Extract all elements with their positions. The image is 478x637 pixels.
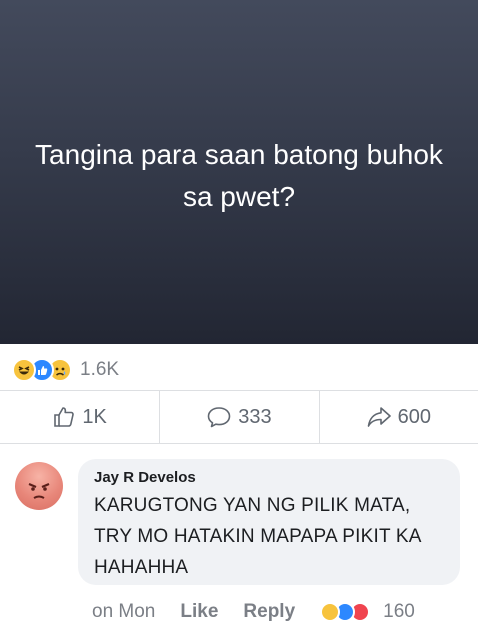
thumbs-up-icon: [54, 407, 75, 427]
comment-text: KARUGTONG YAN NG PILIK MATA, TRY MO HATA…: [94, 495, 421, 578]
comment-count: 333: [238, 405, 272, 428]
share-button[interactable]: 600: [318, 391, 478, 443]
comment-reply-button[interactable]: Reply: [243, 601, 295, 623]
reaction-count: 1.6K: [80, 359, 120, 380]
comment-meta: on Mon Like Reply 160: [92, 598, 415, 626]
post-actions: 1K 333 600: [0, 391, 478, 443]
like-button[interactable]: 1K: [0, 391, 159, 443]
comment-icon: [207, 407, 231, 428]
haha-icon: [12, 358, 36, 382]
share-icon: [367, 407, 391, 427]
comment-like-button[interactable]: Like: [180, 601, 218, 623]
share-count: 600: [397, 405, 431, 428]
post-image[interactable]: Tangina para saan batong buhok sa pwet?: [0, 0, 478, 344]
avatar[interactable]: [15, 462, 63, 510]
like-count: 1K: [82, 405, 107, 428]
divider: [0, 443, 478, 444]
comment-author[interactable]: Jay R Develos: [94, 469, 448, 486]
reaction-icons: [12, 358, 72, 382]
comment-time[interactable]: on Mon: [92, 601, 155, 623]
comment-reaction-icons[interactable]: [320, 602, 371, 622]
post-text: Tangina para saan batong buhok sa pwet?: [35, 139, 443, 212]
comment-reaction-count: 160: [383, 601, 415, 622]
comment-button[interactable]: 333: [159, 391, 318, 443]
comment-bubble[interactable]: Jay R Develos KARUGTONG YAN NG PILIK MAT…: [78, 459, 460, 585]
reactions-summary[interactable]: 1.6K: [12, 355, 119, 385]
